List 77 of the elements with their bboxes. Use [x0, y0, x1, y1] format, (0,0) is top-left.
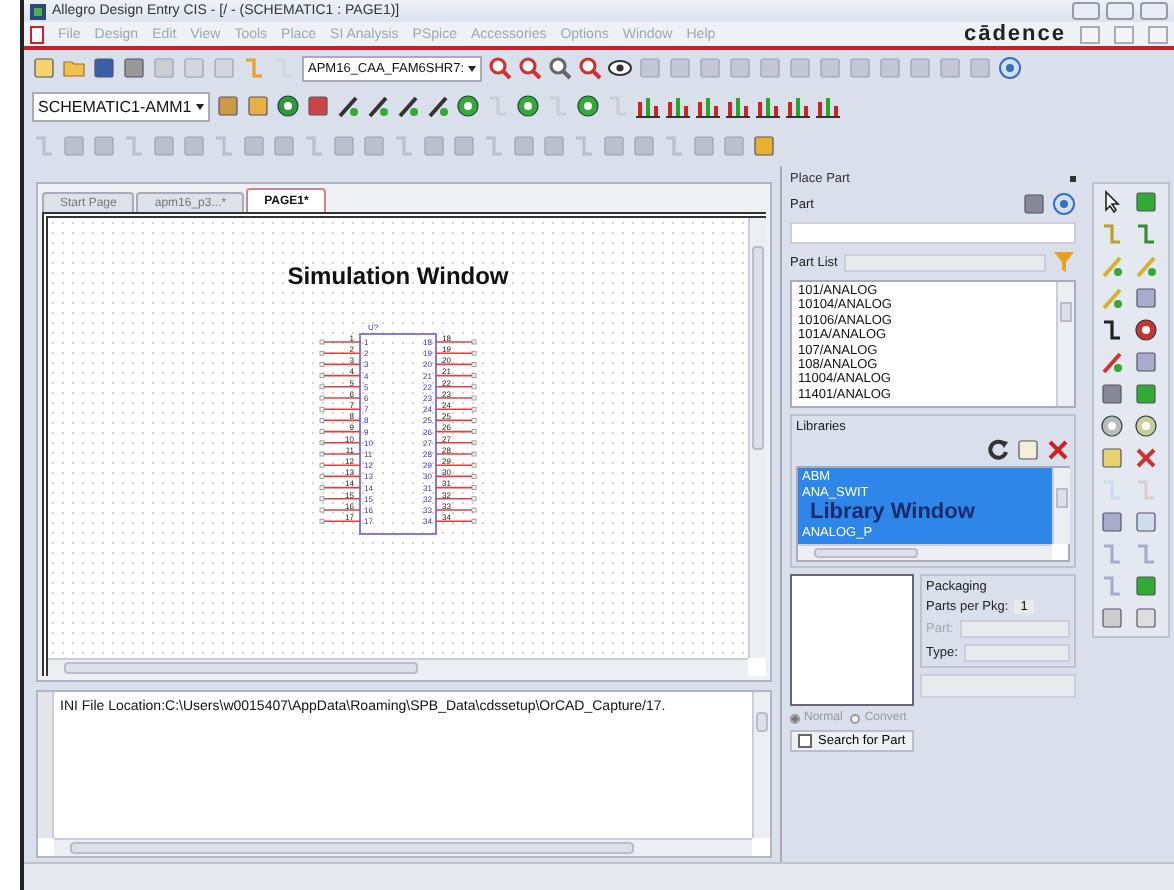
document-icon[interactable]	[30, 25, 44, 43]
pin[interactable]	[319, 462, 361, 468]
pin[interactable]	[435, 474, 477, 479]
zoom-in-icon[interactable]	[488, 56, 513, 80]
chip-body[interactable]	[359, 333, 437, 535]
pin[interactable]	[435, 395, 477, 401]
minimize-button[interactable]	[1072, 2, 1100, 20]
vertical-scrollbar[interactable]	[748, 218, 766, 658]
delete-icon[interactable]	[1046, 438, 1070, 462]
toolbar-icon[interactable]	[1134, 414, 1158, 438]
toolbar-icon[interactable]	[1134, 574, 1158, 598]
close-button[interactable]	[1148, 25, 1168, 43]
app-icon	[30, 3, 46, 19]
horizontal-scrollbar[interactable]	[48, 658, 748, 676]
horizontal-scrollbar[interactable]	[798, 544, 1052, 560]
pin[interactable]	[319, 474, 361, 479]
pin[interactable]	[435, 518, 477, 524]
pin[interactable]	[435, 496, 477, 502]
pin[interactable]	[319, 518, 361, 524]
pin[interactable]	[319, 373, 361, 378]
part-input[interactable]	[790, 222, 1076, 244]
pin[interactable]	[435, 350, 477, 356]
zoom-all-icon[interactable]	[578, 56, 603, 80]
folder-icon[interactable]	[62, 56, 86, 80]
vertical-scrollbar[interactable]	[1052, 468, 1070, 544]
close-button[interactable]	[1140, 2, 1168, 20]
vertical-scrollbar[interactable]	[1056, 282, 1074, 406]
pin[interactable]	[319, 350, 361, 356]
pin[interactable]	[435, 373, 477, 378]
pin[interactable]	[319, 395, 361, 401]
pin[interactable]	[319, 339, 361, 345]
annotation-label: Simulation Window	[287, 262, 509, 290]
restore-button[interactable]	[1114, 25, 1134, 43]
pin[interactable]	[435, 362, 477, 367]
zoom-area-icon[interactable]	[548, 56, 573, 80]
pin[interactable]	[319, 485, 361, 490]
horizontal-scrollbar[interactable]	[54, 838, 752, 856]
pin[interactable]	[319, 451, 361, 457]
filter-icon[interactable]	[1052, 250, 1076, 274]
help-icon[interactable]	[1052, 192, 1076, 216]
pin[interactable]	[435, 451, 477, 457]
annotation-label: Library Window	[810, 500, 977, 526]
pin[interactable]	[319, 362, 361, 367]
pen-icon[interactable]	[335, 94, 360, 118]
type-field[interactable]	[963, 644, 1070, 662]
pin[interactable]	[435, 339, 477, 345]
eye-icon[interactable]	[608, 56, 633, 80]
no-connect-icon[interactable]	[1134, 446, 1158, 470]
zoom-out-icon[interactable]	[518, 56, 543, 80]
maximize-button[interactable]	[1106, 2, 1134, 20]
pen-icon[interactable]	[425, 94, 450, 118]
pin[interactable]	[435, 406, 477, 412]
pen-icon[interactable]	[365, 94, 390, 118]
pin[interactable]	[319, 440, 361, 446]
help-icon[interactable]	[998, 56, 1023, 80]
pin[interactable]	[319, 507, 361, 513]
toolbar-icon[interactable]	[1100, 414, 1124, 438]
pin[interactable]	[435, 462, 477, 468]
vertical-scrollbar[interactable]	[752, 692, 770, 838]
cadence-logo: cādence	[963, 22, 1066, 46]
pin[interactable]	[319, 429, 361, 434]
pin[interactable]	[319, 418, 361, 423]
pin[interactable]	[319, 384, 361, 390]
pointer-icon[interactable]	[1100, 190, 1124, 214]
pin[interactable]	[435, 384, 477, 390]
pin[interactable]	[319, 496, 361, 502]
pin[interactable]	[319, 406, 361, 412]
pin[interactable]	[435, 418, 477, 423]
part-preview	[790, 574, 914, 706]
minimize-button[interactable]	[1080, 25, 1100, 43]
pen-icon[interactable]	[395, 94, 420, 118]
pin[interactable]	[435, 507, 477, 513]
design-combo[interactable]: SCHEMATIC1-AMM1	[32, 91, 210, 121]
pin[interactable]	[435, 485, 477, 490]
pin[interactable]	[435, 429, 477, 434]
refresh-icon[interactable]	[986, 438, 1010, 462]
pin[interactable]	[435, 440, 477, 446]
